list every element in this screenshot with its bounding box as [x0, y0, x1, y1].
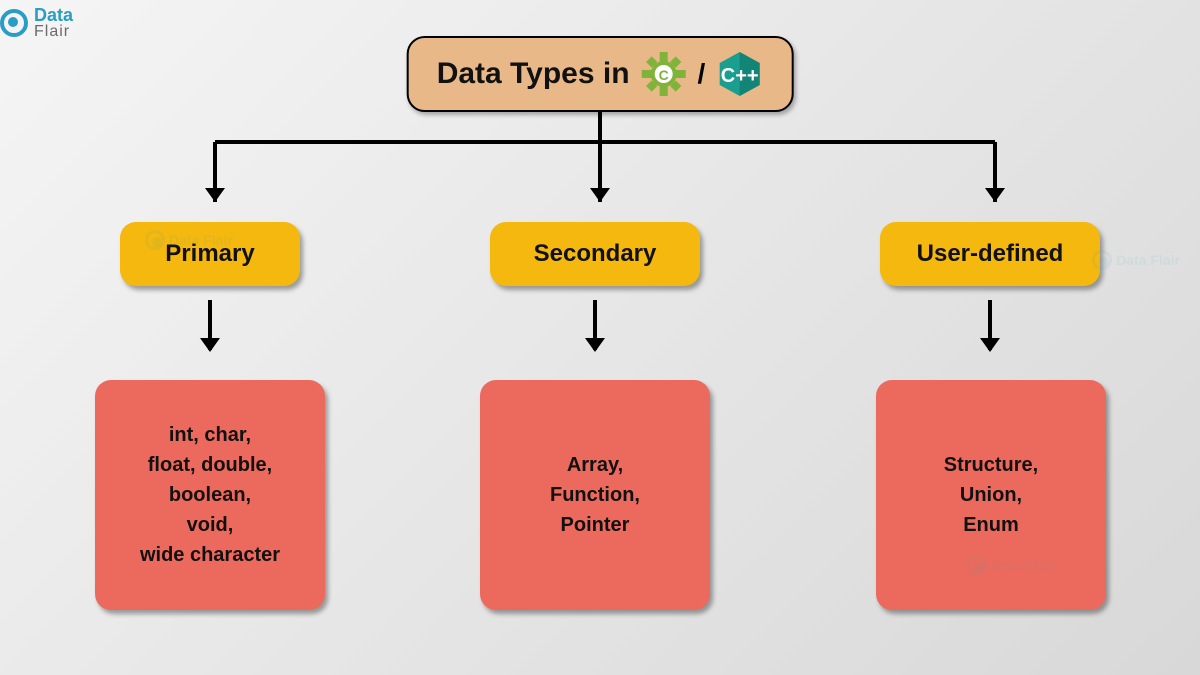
detail-primary-text: int, char, float, double, boolean, void,…	[140, 420, 280, 570]
title-separator: /	[698, 58, 706, 90]
watermark-icon: Data Flair	[1092, 250, 1180, 270]
arrow-icon	[988, 300, 992, 350]
detail-userdefined: Structure, Union, Enum	[876, 380, 1106, 610]
detail-primary: int, char, float, double, boolean, void,…	[95, 380, 325, 610]
arrow-icon	[593, 300, 597, 350]
category-secondary: Secondary	[490, 222, 700, 286]
detail-secondary: Array, Function, Pointer	[480, 380, 710, 610]
category-userdefined: User-defined	[880, 222, 1100, 286]
svg-text:C: C	[658, 67, 668, 83]
detail-secondary-text: Array, Function, Pointer	[550, 450, 640, 540]
watermark-icon: Data Flair	[145, 230, 233, 250]
title-box: Data Types in C / C++	[407, 36, 794, 112]
detail-userdefined-text: Structure, Union, Enum	[944, 450, 1038, 540]
c-language-icon: C	[640, 50, 688, 98]
brand-logo: Data Flair	[0, 6, 73, 40]
logo-circle-icon	[0, 9, 28, 37]
title-text: Data Types in	[437, 57, 630, 91]
watermark-icon: Data Flair	[967, 555, 1055, 575]
svg-text:C++: C++	[720, 65, 758, 87]
category-userdefined-label: User-defined	[917, 240, 1064, 267]
logo-line2: Flair	[34, 24, 73, 40]
arrow-icon	[208, 300, 212, 350]
cpp-language-icon: C++	[715, 50, 763, 98]
logo-line1: Data	[34, 6, 73, 24]
main-connector-lines	[150, 112, 1050, 232]
logo-text: Data Flair	[34, 6, 73, 40]
category-secondary-label: Secondary	[534, 240, 657, 267]
